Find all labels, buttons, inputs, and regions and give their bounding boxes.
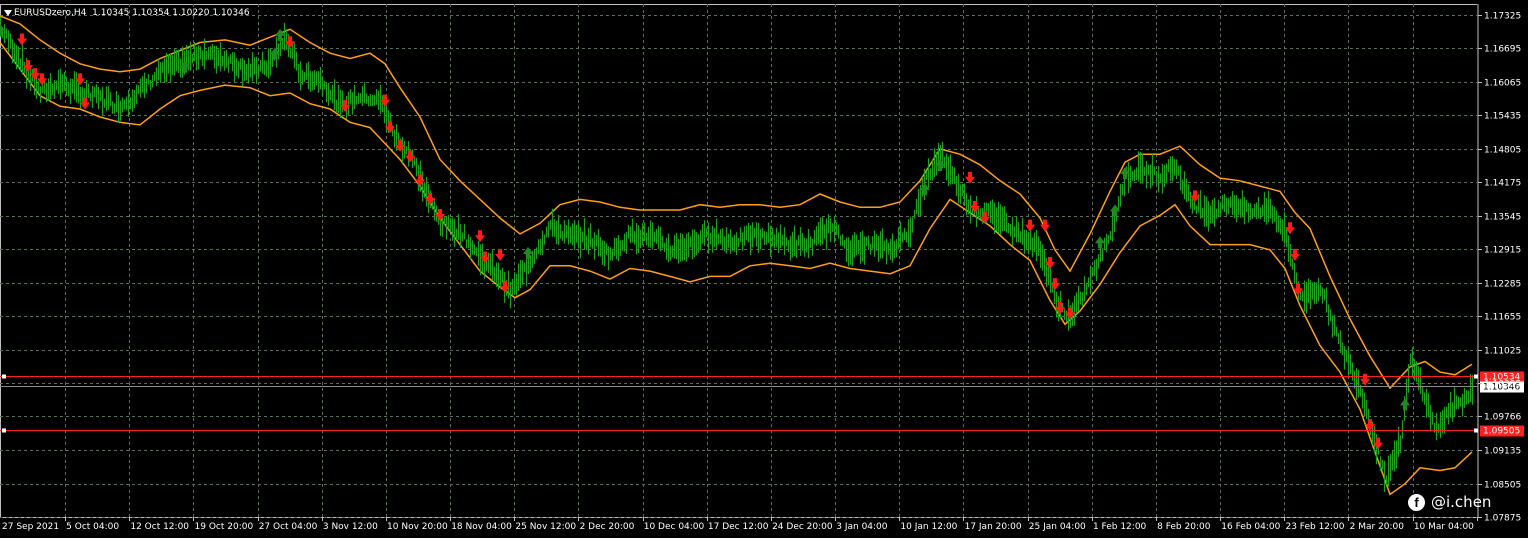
price-tick-label: 1.13545 [1484,213,1521,223]
price-tick-label: 1.10395 [1484,380,1521,390]
time-tick-label: 2 Dec 20:00 [580,522,635,532]
time-tick-label: 10 Mar 04:00 [1414,522,1474,532]
price-tick-label: 1.12285 [1484,280,1521,290]
time-tick-label: 5 Oct 04:00 [66,522,119,532]
sell-arrow-icon [965,171,975,184]
price-tick-label: 1.16065 [1484,79,1521,89]
sell-arrow-icon [1290,248,1300,261]
time-tick-label: 10 Jan 12:00 [900,522,957,532]
sell-arrow-icon [80,97,90,110]
price-tick-label: 1.14175 [1484,179,1521,189]
time-tick-label: 8 Feb 20:00 [1157,522,1211,532]
price-tick-label: 1.09135 [1484,447,1521,457]
watermark: f @i.chen [1408,492,1491,512]
upper-band-line [0,15,1473,390]
time-tick-label: 18 Nov 04:00 [451,522,512,532]
price-tick-label: 1.14805 [1484,146,1521,156]
watermark-handle: @i.chen [1431,493,1492,511]
price-tick-label: 1.16695 [1484,45,1521,55]
line-handle[interactable] [1474,428,1478,433]
sell-arrow-icon [1025,219,1035,232]
price-bars [0,16,1474,493]
symbol-info-bar[interactable]: EURUSDzero,H4 1.10345 1.10354 1.10220 1.… [4,7,250,19]
time-tick-label: 27 Sep 2021 [2,522,59,532]
sell-arrow-icon [30,68,40,81]
price-tick-label: 1.07875 [1484,514,1521,524]
price-tick-label: 1.17325 [1484,12,1521,22]
time-tick-label: 3 Nov 12:00 [323,522,378,532]
price-tick-label: 1.08505 [1484,481,1521,491]
price-tick-label: 1.11655 [1484,313,1521,323]
price-tick-label: 1.15435 [1484,112,1521,122]
time-tick-label: 17 Dec 12:00 [708,522,769,532]
sell-arrow-icon [475,230,485,243]
time-axis: 27 Sep 2021 5 Oct 04:00 12 Oct 12:00 19 Oct… [2,517,1478,532]
sell-arrow-icon [1050,278,1060,291]
time-tick-label: 25 Nov 12:00 [515,522,576,532]
grid-lines [0,4,1479,518]
symbol-timeframe: EURUSDzero,H4 [14,8,87,18]
time-tick-label: 23 Feb 12:00 [1285,522,1344,532]
time-tick-label: 25 Jan 04:00 [1029,522,1086,532]
lower-band-line [0,42,1473,496]
buy-arrow-icon [1400,398,1410,411]
time-tick-label: 19 Oct 20:00 [195,522,254,532]
price-tick-label: 1.09766 [1484,413,1521,423]
horizontal-price-lines[interactable]: 1.105341.095051.10346 [0,371,1524,437]
time-tick-label: 2 Mar 20:00 [1350,522,1405,532]
time-tick-label: 10 Dec 04:00 [644,522,705,532]
sell-arrow-icon [17,33,27,46]
line-handle[interactable] [1474,374,1478,379]
facebook-icon: f [1408,493,1425,511]
time-tick-label: 17 Jan 20:00 [965,522,1022,532]
buy-arrow-icon [523,246,533,259]
time-tick-label: 3 Jan 04:00 [836,522,888,532]
time-tick-label: 12 Oct 12:00 [130,522,189,532]
buy-arrow-icon [1095,236,1105,249]
time-tick-label: 1 Feb 12:00 [1093,522,1147,532]
time-tick-label: 27 Oct 04:00 [259,522,318,532]
time-tick-label: 16 Feb 04:00 [1221,522,1280,532]
sell-arrow-icon [495,248,505,261]
price-tick-label: 1.11025 [1484,347,1521,357]
collapse-triangle-icon[interactable] [4,9,12,16]
price-axis: 1.17325 1.16695 1.16065 1.15435 1.14805 1.141… [1478,12,1521,524]
line-handle[interactable] [2,374,6,379]
chart-window[interactable]: 1.10534 1.09505 1.10346 1.17325 1.16695 1.16… [0,0,1528,538]
ohlc-values: 1.10345 1.10354 1.10220 1.10346 [92,8,250,18]
plot-border [0,4,1479,518]
price-chart[interactable]: 1.105341.095051.10346 1.17325 1.16695 1.16… [0,0,1528,538]
sell-arrow-icon [380,94,390,107]
time-tick-label: 24 Dec 20:00 [772,522,833,532]
line-price-label: 1.09505 [1483,427,1520,437]
line-handle[interactable] [2,428,6,433]
time-tick-label: 10 Nov 20:00 [387,522,448,532]
price-tick-label: 1.12915 [1484,246,1521,256]
